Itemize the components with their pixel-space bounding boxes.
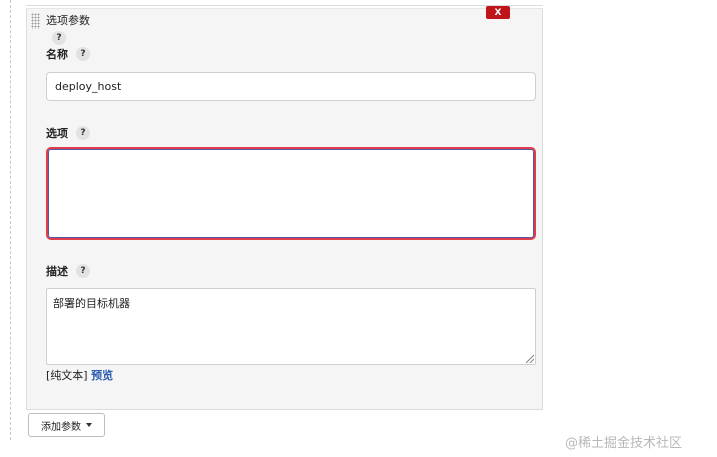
description-resize-grip-icon[interactable] <box>526 355 534 363</box>
name-input[interactable] <box>46 72 536 101</box>
name-label: 名称 <box>46 48 68 61</box>
section-title: 选项参数 <box>46 14 90 27</box>
drag-handle-icon[interactable] <box>31 13 40 29</box>
description-label: 描述 <box>46 265 68 278</box>
choices-field-label-row: 选项 ? <box>46 125 90 141</box>
choices-help-icon[interactable]: ? <box>76 126 90 140</box>
description-format-line: [纯文本] 预览 <box>46 367 113 383</box>
description-textarea[interactable]: 部署的目标机器 <box>46 288 536 365</box>
description-field-label-row: 描述 ? <box>46 263 90 279</box>
preview-link[interactable]: 预览 <box>91 369 113 382</box>
choices-label: 选项 <box>46 127 68 140</box>
delete-parameter-button[interactable]: X <box>486 6 510 19</box>
plain-text-label: [纯文本] <box>46 369 88 382</box>
section-help-icon[interactable]: ? <box>52 31 66 45</box>
add-parameter-button[interactable]: 添加参数 <box>28 413 105 437</box>
left-dashed-guide <box>10 0 11 440</box>
watermark: @稀土掘金技术社区 <box>565 436 683 451</box>
name-help-icon[interactable]: ? <box>76 47 90 61</box>
description-help-icon[interactable]: ? <box>76 264 90 278</box>
caret-down-icon <box>86 423 92 427</box>
top-divider <box>26 5 543 6</box>
name-field-label-row: 名称 ? <box>46 46 90 62</box>
choices-textarea[interactable] <box>46 147 536 240</box>
add-parameter-label: 添加参数 <box>41 421 81 433</box>
